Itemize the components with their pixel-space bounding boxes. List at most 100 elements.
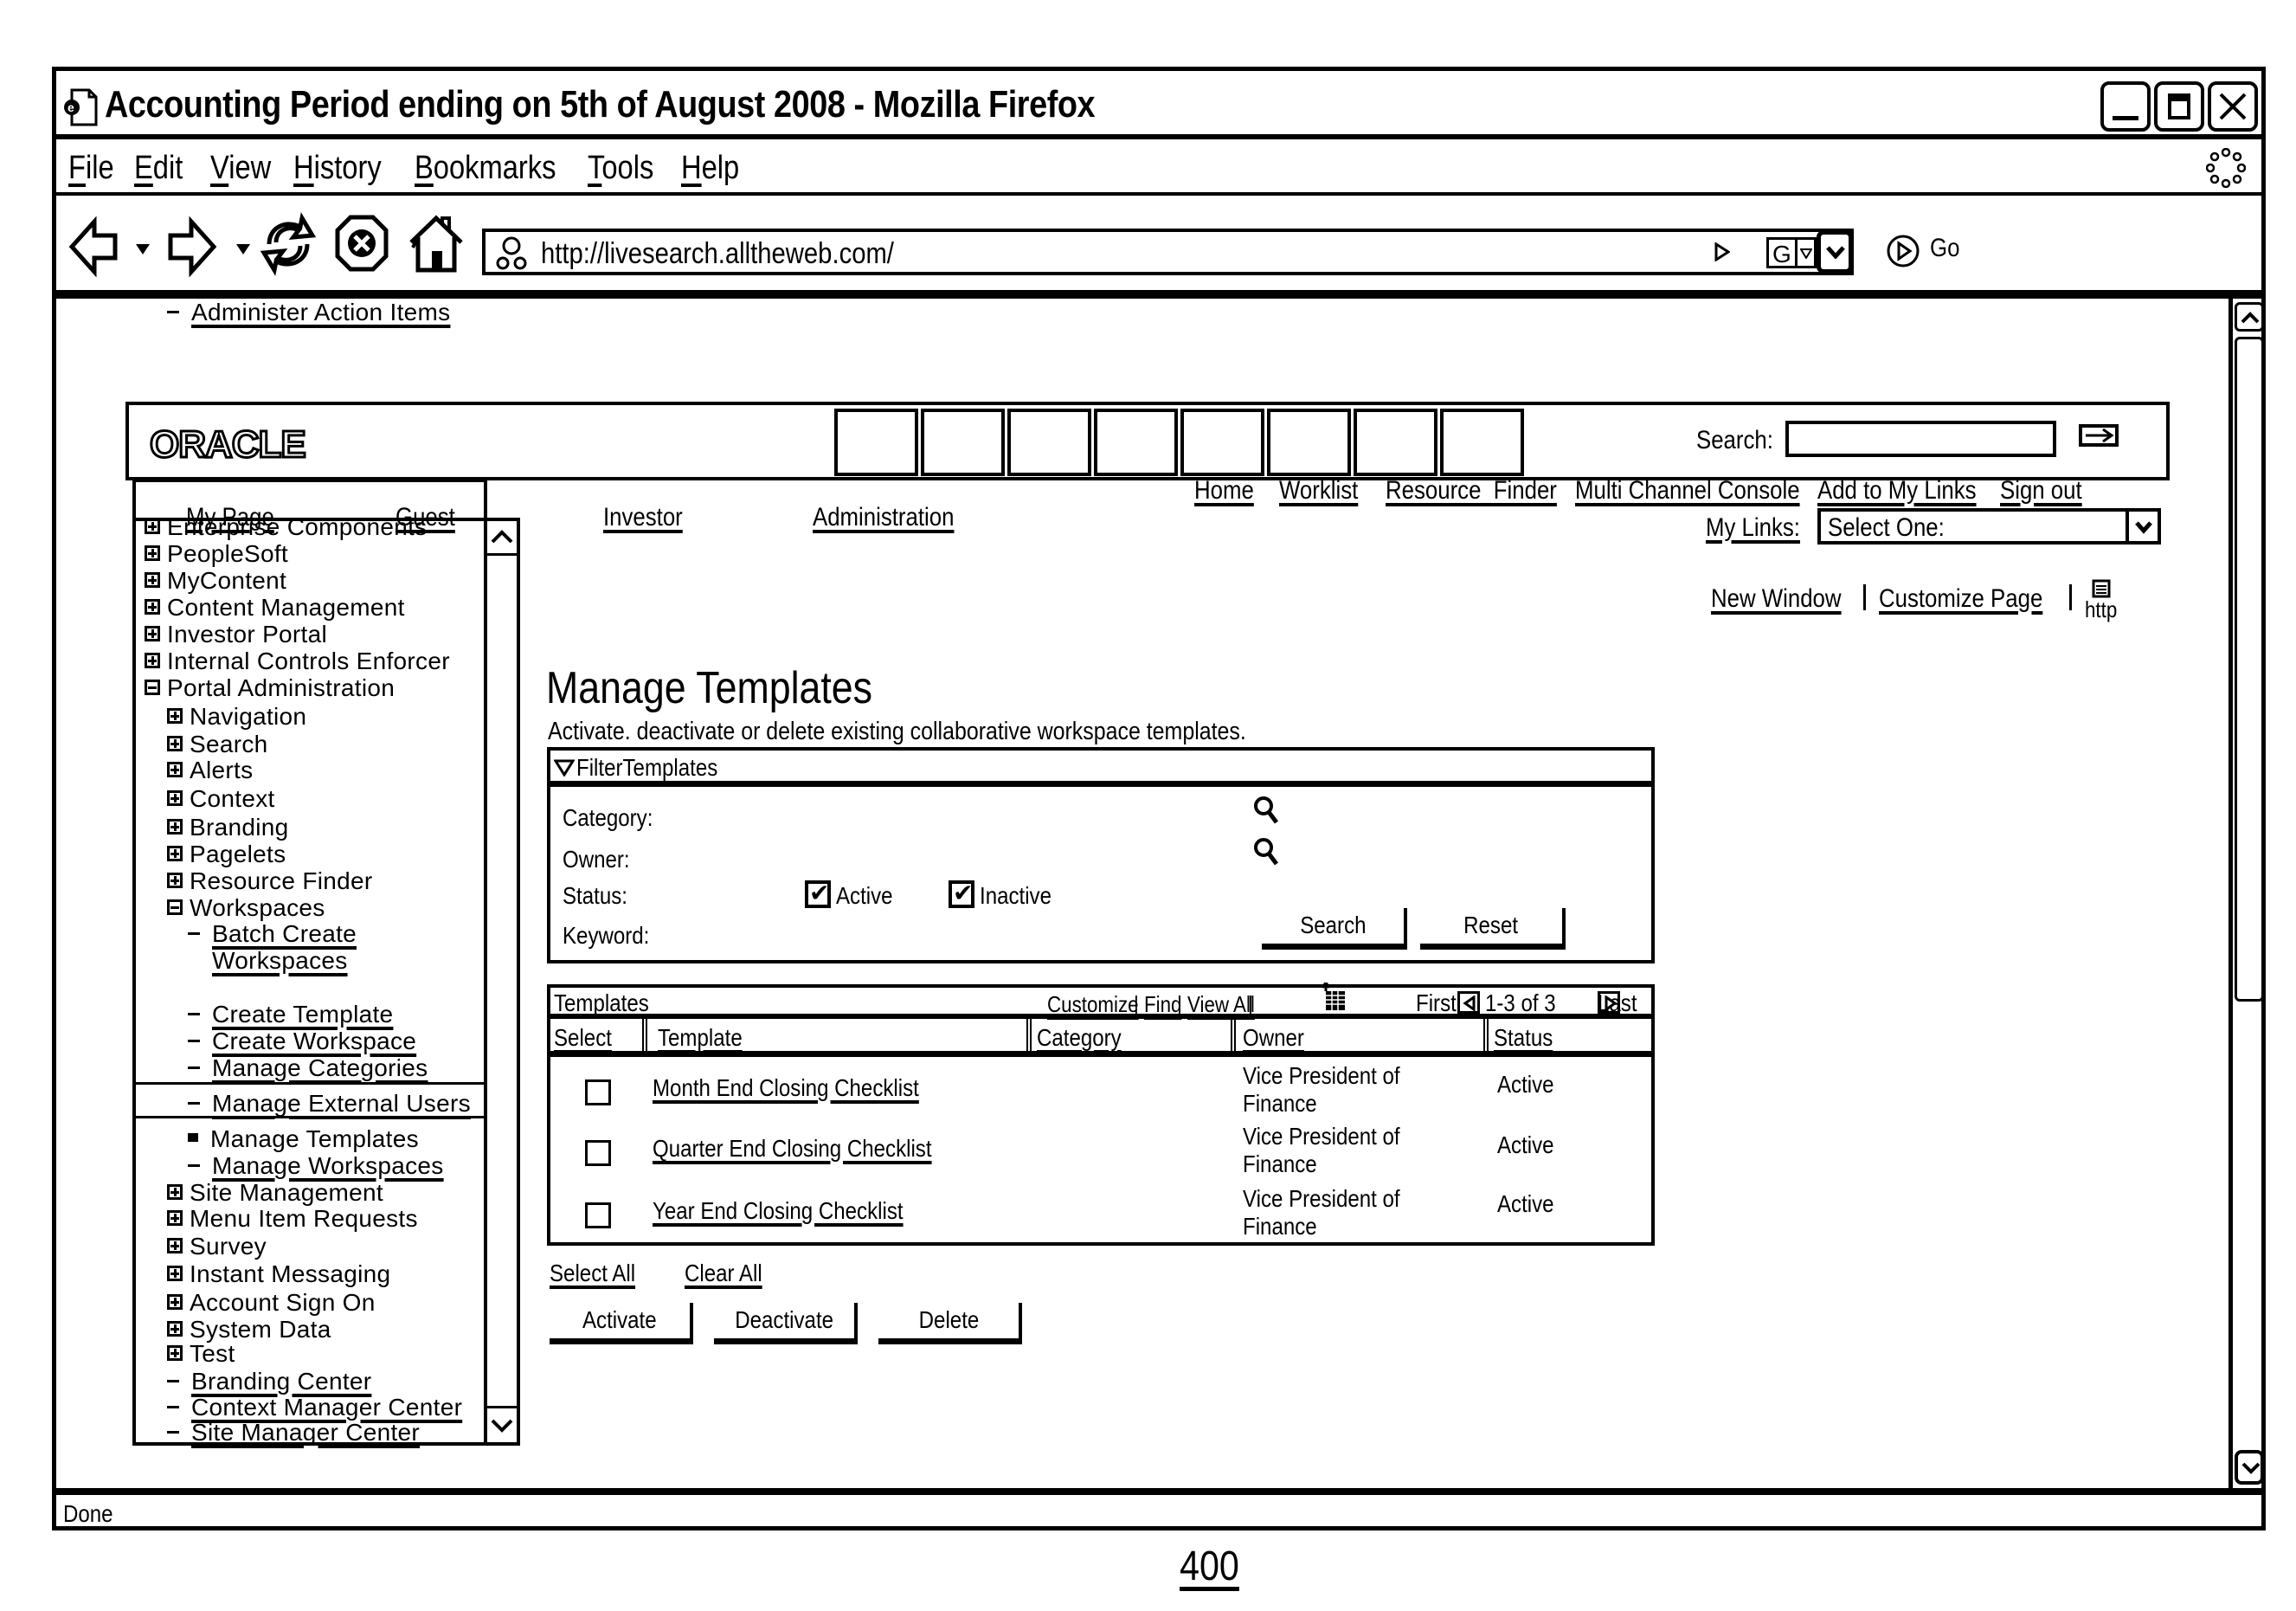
my-links-label[interactable]: My Links: bbox=[1706, 513, 1800, 543]
tree-item-label[interactable]: Test bbox=[190, 1340, 235, 1367]
tree-item-link[interactable]: Administer Action Items bbox=[191, 299, 450, 325]
tree-item[interactable]: Manage External Users bbox=[188, 1090, 471, 1118]
tree-item[interactable]: Context Manager Center bbox=[167, 1394, 462, 1421]
view-all-link[interactable]: View All bbox=[1187, 991, 1255, 1018]
tree-item[interactable]: Navigation bbox=[167, 703, 306, 731]
expand-icon[interactable] bbox=[145, 572, 160, 588]
expand-icon[interactable] bbox=[145, 599, 160, 615]
tree-item-label[interactable]: System Data bbox=[190, 1316, 331, 1343]
url-go-arrow-icon[interactable] bbox=[1714, 242, 1730, 261]
expand-icon[interactable] bbox=[167, 1294, 183, 1310]
expand-icon[interactable] bbox=[167, 1210, 183, 1226]
tree-item-label[interactable]: Portal Administration bbox=[167, 674, 395, 701]
tree-item[interactable]: Site Management bbox=[167, 1179, 383, 1207]
column-header-owner[interactable]: Owner bbox=[1243, 1024, 1304, 1052]
expand-icon[interactable] bbox=[167, 1345, 183, 1361]
tree-item-label[interactable]: Internal Controls Enforcer bbox=[167, 648, 450, 674]
previous-page-button[interactable] bbox=[1457, 991, 1480, 1014]
tree-item[interactable]: Create Template bbox=[188, 1001, 393, 1028]
link-add-to-my-links[interactable]: Add to My Links bbox=[1817, 476, 1977, 506]
tree-item[interactable]: Instant Messaging bbox=[167, 1260, 390, 1288]
url-history-dropdown[interactable] bbox=[1817, 230, 1853, 274]
expand-icon[interactable] bbox=[167, 1184, 183, 1200]
menu-tools[interactable]: Tools bbox=[588, 150, 653, 187]
tree-item[interactable]: Enterprise Components bbox=[145, 513, 427, 541]
expand-icon[interactable] bbox=[167, 1321, 183, 1337]
my-links-select[interactable]: Select One: bbox=[1817, 508, 2161, 545]
expand-icon[interactable] bbox=[167, 708, 183, 724]
home-icon[interactable] bbox=[408, 213, 465, 274]
template-link[interactable]: Year End Closing Checklist bbox=[653, 1197, 904, 1225]
tree-item-label[interactable]: Context bbox=[190, 785, 275, 812]
forward-icon[interactable] bbox=[165, 216, 217, 277]
customize-link[interactable]: Customize bbox=[1047, 991, 1139, 1018]
tree-item-label[interactable]: Account Sign On bbox=[190, 1289, 376, 1316]
expand-icon[interactable] bbox=[167, 736, 183, 751]
row-select-checkbox[interactable] bbox=[585, 1079, 611, 1105]
tree-item-label[interactable]: Navigation bbox=[190, 703, 306, 730]
tree-item[interactable]: Alerts bbox=[167, 757, 253, 784]
tree-item[interactable]: Portal Administration bbox=[145, 674, 395, 702]
expand-icon[interactable] bbox=[167, 762, 183, 777]
select-all-link[interactable]: Select All bbox=[550, 1260, 635, 1287]
collapse-icon[interactable] bbox=[145, 680, 160, 695]
last-label[interactable]: Last bbox=[1598, 989, 1637, 1017]
new-window-link[interactable]: New Window bbox=[1711, 584, 1842, 614]
expand-icon[interactable] bbox=[167, 819, 183, 834]
tree-item[interactable]: Batch Create Workspaces bbox=[188, 920, 357, 974]
url-text[interactable]: http://livesearch.alltheweb.com/ bbox=[541, 237, 894, 271]
link-resource-finder[interactable]: Resource Finder bbox=[1386, 476, 1557, 506]
tree-item[interactable]: Test bbox=[167, 1340, 235, 1368]
tree-item-label[interactable]: MyContent bbox=[167, 567, 286, 594]
tree-item-label[interactable]: Enterprise Components bbox=[167, 513, 427, 540]
site-identity-icon[interactable] bbox=[494, 235, 529, 270]
delete-button[interactable]: Delete bbox=[878, 1303, 1022, 1344]
tree-item-selected-label[interactable]: Manage Templates bbox=[210, 1125, 419, 1152]
menu-file[interactable]: File bbox=[68, 150, 114, 187]
tree-item-label[interactable]: Instant Messaging bbox=[190, 1260, 390, 1287]
tab-administration[interactable]: Administration bbox=[813, 503, 954, 532]
template-link[interactable]: Month End Closing Checklist bbox=[653, 1074, 919, 1102]
column-header-status[interactable]: Status bbox=[1494, 1024, 1553, 1052]
tree-item-link[interactable]: Context Manager Center bbox=[191, 1394, 462, 1421]
go-button[interactable]: Go bbox=[1930, 234, 1959, 263]
tree-item[interactable]: Resource Finder bbox=[167, 867, 372, 895]
tree-item[interactable]: Branding Center bbox=[167, 1368, 371, 1395]
portal-search-go-button[interactable] bbox=[2079, 424, 2119, 447]
go-icon[interactable] bbox=[1886, 234, 1920, 268]
status-inactive-checkbox[interactable]: Inactive bbox=[949, 879, 1052, 912]
tree-item[interactable]: Context bbox=[167, 785, 275, 813]
link-sign-out[interactable]: Sign out bbox=[2000, 476, 2082, 506]
tree-item[interactable]: Internal Controls Enforcer bbox=[145, 648, 450, 675]
tree-item-link[interactable]: Site Manager Center bbox=[191, 1419, 420, 1446]
tree-item[interactable]: Content Management bbox=[145, 594, 405, 622]
tree-item-link[interactable]: Branding Center bbox=[191, 1368, 371, 1395]
tree-item[interactable]: Create Workspace bbox=[188, 1028, 416, 1055]
tree-item-label[interactable]: Workspaces bbox=[190, 894, 325, 921]
tree-item-link[interactable]: Create Workspace bbox=[212, 1028, 416, 1054]
collapse-icon[interactable] bbox=[167, 899, 183, 915]
minimize-button[interactable] bbox=[2100, 81, 2151, 132]
scroll-up-button[interactable] bbox=[2235, 302, 2264, 332]
tree-item-link[interactable]: Manage Categories bbox=[212, 1054, 428, 1081]
tree-item[interactable]: Site Manager Center bbox=[167, 1419, 420, 1447]
first-label[interactable]: First bbox=[1416, 989, 1457, 1017]
tree-item-label[interactable]: Alerts bbox=[190, 757, 253, 783]
clear-all-link[interactable]: Clear All bbox=[685, 1260, 762, 1287]
tab-investor[interactable]: Investor bbox=[603, 503, 683, 532]
column-header-select[interactable]: Select bbox=[554, 1024, 612, 1052]
tree-scrollbar[interactable] bbox=[484, 518, 520, 1446]
category-lookup-icon[interactable] bbox=[1253, 796, 1279, 825]
tree-item[interactable]: Search bbox=[167, 731, 268, 758]
owner-lookup-icon[interactable] bbox=[1253, 837, 1279, 867]
column-header-template[interactable]: Template bbox=[658, 1024, 743, 1052]
row-select-checkbox[interactable] bbox=[585, 1140, 611, 1166]
expand-icon[interactable] bbox=[167, 1266, 183, 1281]
tree-item[interactable]: Investor Portal bbox=[145, 621, 327, 648]
reset-button[interactable]: Reset bbox=[1420, 908, 1566, 950]
expand-icon[interactable] bbox=[145, 653, 160, 668]
expand-icon[interactable] bbox=[145, 519, 160, 534]
tree-item[interactable]: Menu Item Requests bbox=[167, 1205, 418, 1233]
tree-item-label[interactable]: Branding bbox=[190, 814, 288, 841]
menu-bookmarks[interactable]: Bookmarks bbox=[415, 150, 556, 187]
